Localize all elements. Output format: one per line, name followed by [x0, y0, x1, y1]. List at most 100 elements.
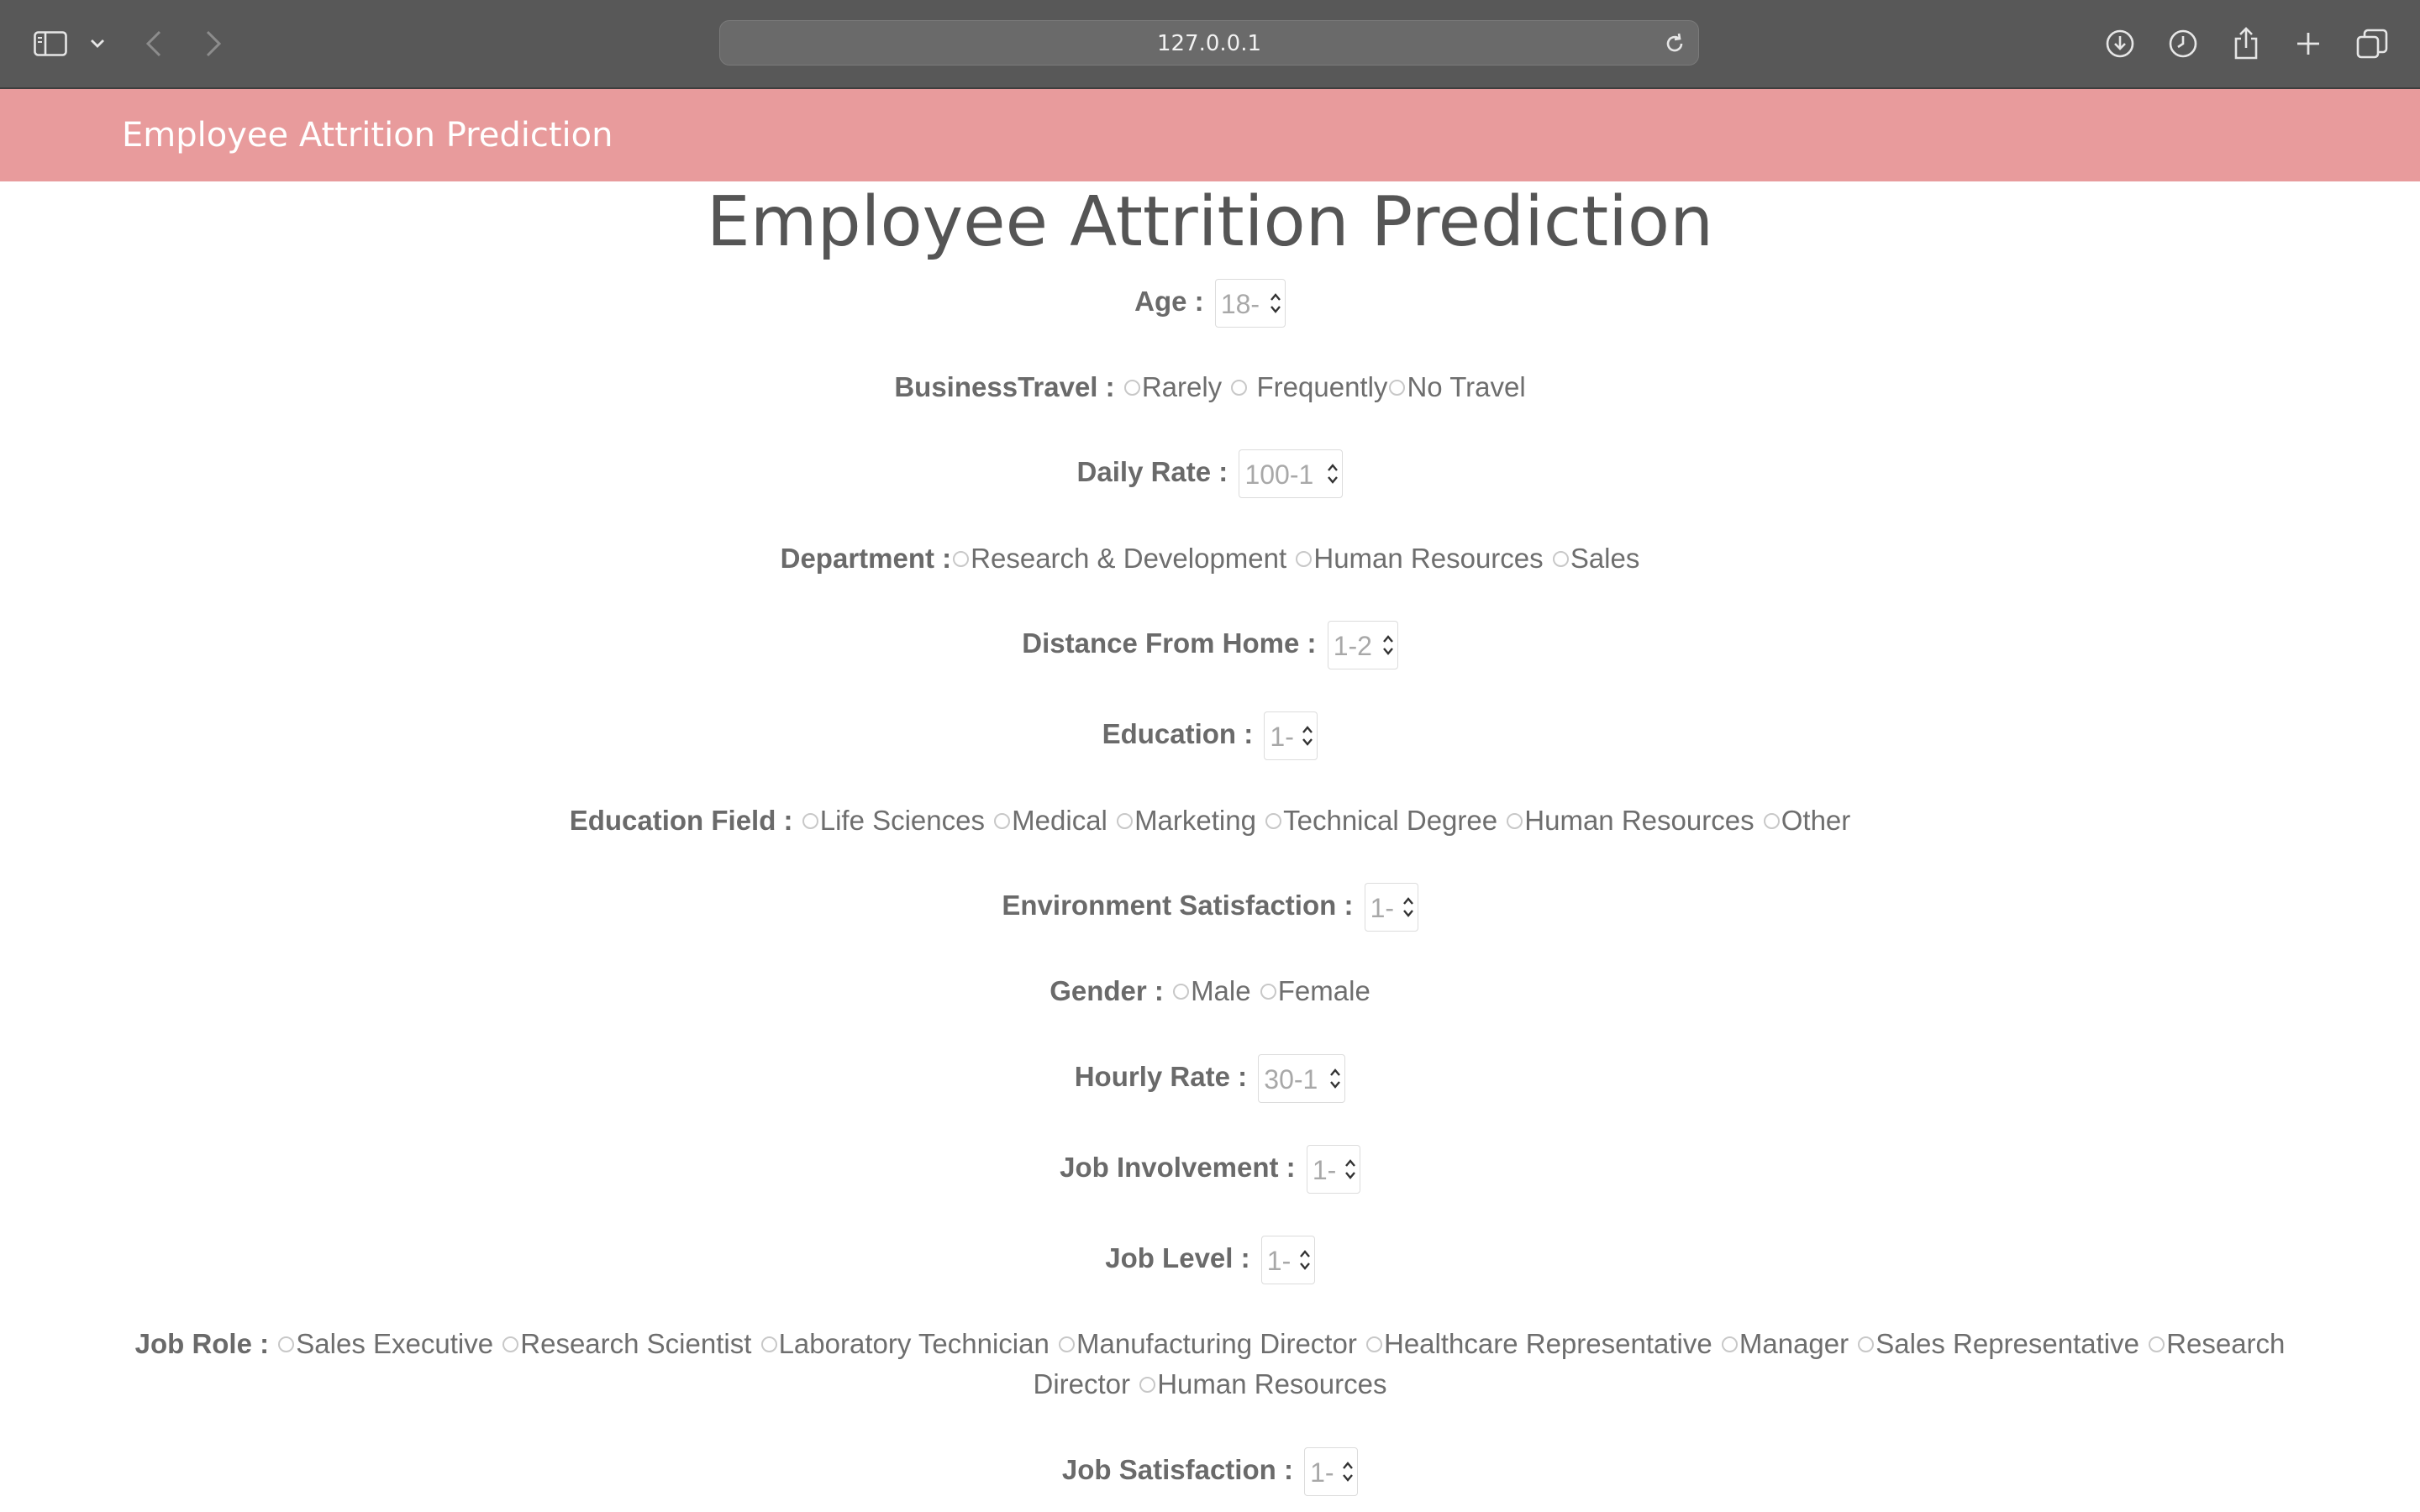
job-satisfaction-label: Job Satisfaction :: [1061, 1454, 1293, 1485]
radio-option-label: Human Resources: [1313, 543, 1544, 574]
spinner-arrows-icon[interactable]: [1327, 461, 1339, 486]
browser-toolbar: 127.0.0.1: [0, 0, 2420, 89]
age-input[interactable]: 18-: [1214, 279, 1286, 328]
job-level-row: Job Level : 1-: [0, 1234, 2420, 1285]
gender-row: Gender : Male Female: [0, 970, 2420, 1012]
job-role-manager-radio[interactable]: [1721, 1336, 1738, 1352]
job-satisfaction-row: Job Satisfaction : 1-: [0, 1446, 2420, 1497]
job-role-sales-rep-radio[interactable]: [1858, 1336, 1875, 1352]
job-satisfaction-input[interactable]: 1-: [1304, 1447, 1359, 1497]
education-other-radio[interactable]: [1763, 812, 1780, 829]
share-icon[interactable]: [2233, 27, 2260, 60]
environment-satisfaction-placeholder: 1-: [1370, 893, 1395, 924]
job-role-research-scientist-radio[interactable]: [502, 1336, 519, 1352]
gender-label: Gender :: [1050, 975, 1164, 1006]
downloads-icon[interactable]: [2105, 29, 2135, 59]
job-role-lab-technician-radio[interactable]: [760, 1336, 777, 1352]
radio-option-label: Technical Degree: [1283, 805, 1498, 836]
department-hr-radio[interactable]: [1296, 550, 1313, 567]
daily-rate-input[interactable]: 100-1: [1239, 449, 1344, 499]
new-tab-plus-icon[interactable]: [2296, 31, 2321, 56]
age-label: Age :: [1134, 286, 1204, 317]
back-arrow-icon[interactable]: [145, 30, 162, 57]
distance-input[interactable]: 1-2: [1327, 621, 1398, 670]
radio-option-label: Medical: [1012, 805, 1107, 836]
gender-female-radio[interactable]: [1260, 983, 1276, 1000]
education-marketing-radio[interactable]: [1117, 812, 1134, 829]
education-field-label: Education Field :: [569, 805, 793, 836]
radio-option-label: Laboratory Technician: [778, 1328, 1050, 1359]
education-input[interactable]: 1-: [1264, 711, 1318, 761]
radio-option-label: Sales: [1570, 543, 1640, 574]
education-placeholder: 1-: [1270, 722, 1294, 753]
navbar-brand[interactable]: Employee Attrition Prediction: [122, 89, 613, 181]
distance-row: Distance From Home : 1-2: [0, 619, 2420, 670]
spinner-arrows-icon[interactable]: [1329, 1066, 1341, 1091]
department-sales-radio[interactable]: [1552, 550, 1569, 567]
hourly-rate-placeholder: 30-1: [1264, 1064, 1318, 1095]
job-role-row: Job Role : Sales Executive Research Scie…: [126, 1324, 2294, 1404]
daily-rate-label: Daily Rate :: [1076, 456, 1228, 487]
spinner-arrows-icon[interactable]: [1382, 633, 1394, 658]
job-level-input[interactable]: 1-: [1260, 1236, 1315, 1285]
spinner-arrows-icon[interactable]: [1299, 1247, 1311, 1273]
job-role-research-director-radio[interactable]: [2149, 1336, 2165, 1352]
radio-option-label: Research & Development: [971, 543, 1287, 574]
education-life-sciences-radio[interactable]: [802, 812, 818, 829]
job-involvement-input[interactable]: 1-: [1306, 1145, 1360, 1194]
radio-option-label: No Travel: [1407, 371, 1526, 402]
radio-option-label: Marketing: [1134, 805, 1256, 836]
url-text: 127.0.0.1: [1156, 31, 1262, 56]
spinner-arrows-icon[interactable]: [1342, 1459, 1354, 1484]
job-role-healthcare-rep-radio[interactable]: [1365, 1336, 1382, 1352]
department-label: Department :: [780, 543, 952, 574]
radio-option-label: Healthcare Representative: [1383, 1328, 1712, 1359]
spinner-arrows-icon[interactable]: [1402, 895, 1414, 920]
radio-option-label: Life Sciences: [819, 805, 985, 836]
hourly-rate-row: Hourly Rate : 30-1: [0, 1053, 2420, 1104]
gender-male-radio[interactable]: [1173, 983, 1190, 1000]
job-role-human-resources-radio[interactable]: [1139, 1376, 1156, 1393]
radio-option-label: Manufacturing Director: [1076, 1328, 1357, 1359]
business-travel-label: BusinessTravel :: [894, 371, 1115, 402]
tab-overview-icon[interactable]: [2356, 29, 2388, 59]
spinner-arrows-icon[interactable]: [1270, 291, 1281, 316]
education-human-resources-radio[interactable]: [1507, 812, 1523, 829]
distance-label: Distance From Home :: [1022, 627, 1317, 659]
address-bar[interactable]: 127.0.0.1: [719, 20, 1699, 66]
job-involvement-row: Job Involvement : 1-: [0, 1143, 2420, 1194]
age-row: Age : 18-: [0, 277, 2420, 328]
education-technical-degree-radio[interactable]: [1265, 812, 1282, 829]
radio-option-label: Research Scientist: [520, 1328, 752, 1359]
environment-satisfaction-row: Environment Satisfaction : 1-: [0, 881, 2420, 932]
page-title: Employee Attrition Prediction: [706, 182, 1714, 262]
radio-option-label: Male: [1191, 975, 1251, 1006]
forward-arrow-icon[interactable]: [205, 30, 222, 57]
radio-option-label: Sales Representative: [1876, 1328, 2139, 1359]
hourly-rate-input[interactable]: 30-1: [1258, 1054, 1346, 1104]
department-research-radio[interactable]: [953, 550, 970, 567]
education-medical-radio[interactable]: [994, 812, 1011, 829]
environment-satisfaction-label: Environment Satisfaction :: [1002, 890, 1354, 921]
business-travel-frequently-radio[interactable]: [1231, 379, 1248, 396]
radio-option-label: Human Resources: [1524, 805, 1754, 836]
business-travel-rarely-radio[interactable]: [1123, 379, 1140, 396]
sidebar-toggle-icon[interactable]: [34, 31, 67, 56]
chevron-down-icon[interactable]: [90, 39, 105, 49]
reload-icon[interactable]: [1663, 32, 1686, 59]
education-row: Education : 1-: [0, 710, 2420, 761]
spinner-arrows-icon[interactable]: [1344, 1157, 1356, 1182]
education-label: Education :: [1102, 718, 1254, 749]
job-involvement-label: Job Involvement :: [1060, 1152, 1296, 1183]
business-travel-no-travel-radio[interactable]: [1389, 379, 1406, 396]
radio-option-label: Sales Executive: [296, 1328, 494, 1359]
daily-rate-row: Daily Rate : 100-1: [0, 448, 2420, 499]
environment-satisfaction-input[interactable]: 1-: [1364, 883, 1418, 932]
job-role-manufacturing-director-radio[interactable]: [1059, 1336, 1075, 1352]
radio-option-label: Female: [1277, 975, 1370, 1006]
job-role-sales-executive-radio[interactable]: [278, 1336, 295, 1352]
department-row: Department : Research & Development Human…: [0, 538, 2420, 580]
daily-rate-placeholder: 100-1: [1244, 459, 1314, 491]
history-clock-icon[interactable]: [2168, 29, 2198, 59]
spinner-arrows-icon[interactable]: [1302, 723, 1313, 748]
